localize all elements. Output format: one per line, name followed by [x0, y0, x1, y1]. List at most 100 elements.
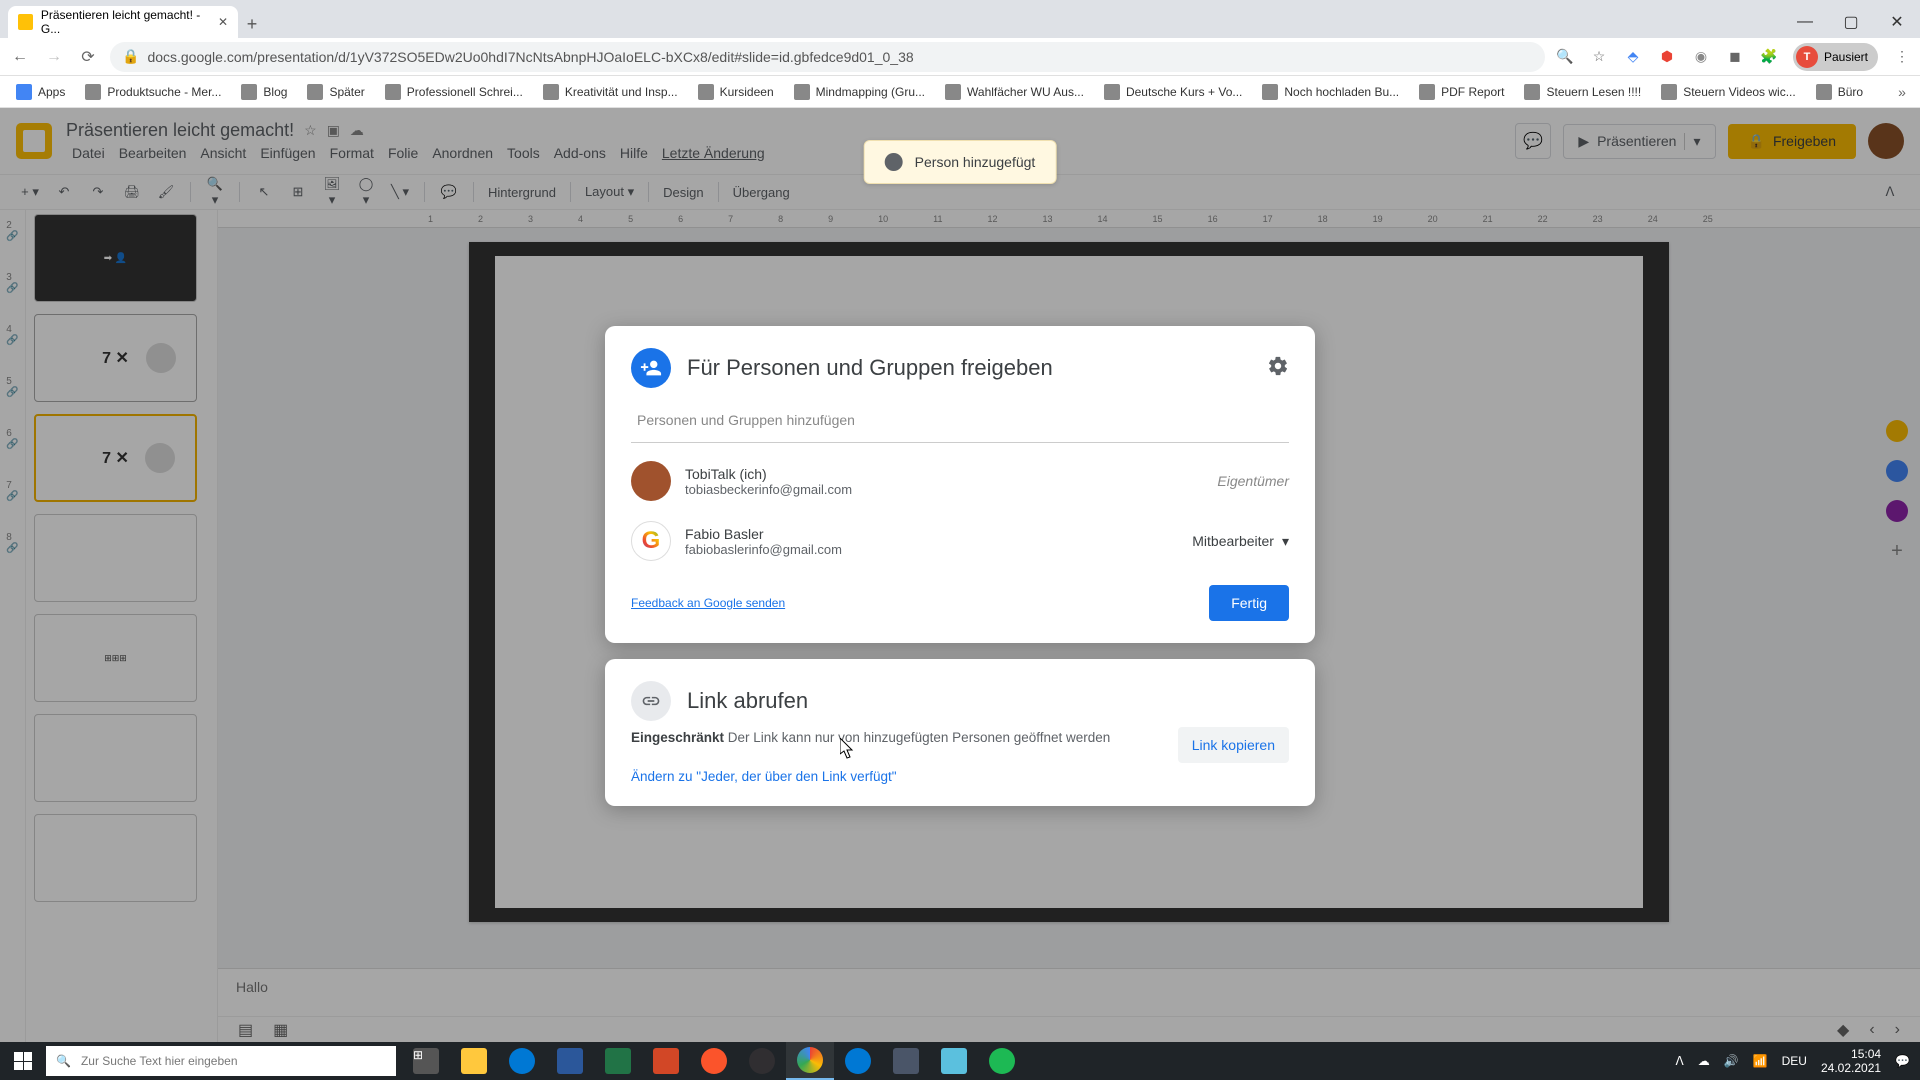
done-button[interactable]: Fertig — [1209, 585, 1289, 621]
back-button[interactable]: ← — [8, 48, 32, 66]
star-icon[interactable]: ☆ — [304, 122, 317, 139]
profile-badge[interactable]: T Pausiert — [1793, 43, 1878, 71]
browser-menu-icon[interactable]: ⋮ — [1892, 47, 1912, 67]
layout-button[interactable]: Layout ▾ — [585, 184, 634, 200]
menu-edit[interactable]: Bearbeiten — [113, 143, 193, 163]
reload-button[interactable]: ⟳ — [76, 47, 100, 67]
slide-thumb[interactable] — [34, 814, 197, 902]
notepad-icon[interactable] — [930, 1042, 978, 1080]
onedrive-icon[interactable]: ☁ — [1698, 1054, 1710, 1068]
extensions-puzzle-icon[interactable]: 🧩 — [1759, 47, 1779, 67]
edge-icon[interactable] — [834, 1042, 882, 1080]
browser-tab[interactable]: Präsentieren leicht gemacht! - G... ✕ — [8, 6, 238, 38]
brave-icon[interactable] — [690, 1042, 738, 1080]
shape-tool[interactable]: ◯ ▾ — [356, 176, 376, 208]
bookmark-item[interactable]: Kreativität und Insp... — [535, 80, 686, 104]
add-people-input[interactable]: Personen und Gruppen hinzufügen — [631, 402, 1289, 443]
slide-thumb[interactable] — [34, 314, 197, 402]
extension-icon-1[interactable]: ⬘ — [1623, 47, 1643, 67]
apps-button[interactable]: Apps — [8, 80, 73, 104]
collapse-toolbar-icon[interactable]: ᐱ — [1880, 184, 1900, 200]
menu-file[interactable]: Datei — [66, 143, 111, 163]
menu-slide[interactable]: Folie — [382, 143, 424, 163]
menu-insert[interactable]: Einfügen — [254, 143, 321, 163]
extension-icon-3[interactable]: ◉ — [1691, 47, 1711, 67]
extension-icon-4[interactable]: ◼ — [1725, 47, 1745, 67]
design-button[interactable]: Design — [663, 185, 703, 200]
menu-help[interactable]: Hilfe — [614, 143, 654, 163]
textbox-tool[interactable]: ⊞ — [288, 184, 308, 200]
next-slide-icon[interactable]: › — [1895, 1021, 1900, 1039]
print-button[interactable]: 🖨 — [122, 184, 142, 200]
slide-thumb[interactable]: ⊞⊞⊞ — [34, 614, 197, 702]
notifications-icon[interactable]: 💬 — [1895, 1054, 1910, 1068]
close-window-button[interactable]: ✕ — [1874, 6, 1920, 38]
word-icon[interactable] — [546, 1042, 594, 1080]
taskbar-search[interactable]: 🔍 Zur Suche Text hier eingeben — [46, 1046, 396, 1076]
new-slide-button[interactable]: + ▾ — [20, 184, 40, 200]
url-input[interactable]: 🔒 docs.google.com/presentation/d/1yV372S… — [110, 42, 1545, 72]
wifi-icon[interactable]: 📶 — [1753, 1054, 1768, 1068]
bookmark-item[interactable]: Deutsche Kurs + Vo... — [1096, 80, 1250, 104]
explore-button[interactable]: ◆ — [1837, 1020, 1849, 1040]
forward-button[interactable]: → — [42, 48, 66, 66]
move-icon[interactable]: ▣ — [327, 122, 340, 139]
zoom-button[interactable]: 🔍 ▾ — [205, 176, 225, 208]
menu-tools[interactable]: Tools — [501, 143, 546, 163]
cloud-status-icon[interactable]: ☁ — [350, 122, 364, 139]
volume-icon[interactable]: 🔊 — [1724, 1054, 1739, 1068]
image-tool[interactable]: 🖼 ▾ — [322, 176, 342, 208]
bookmark-item[interactable]: Steuern Lesen !!!! — [1516, 80, 1649, 104]
select-tool[interactable]: ↖ — [254, 184, 274, 200]
menu-addons[interactable]: Add-ons — [548, 143, 612, 163]
language-indicator[interactable]: DEU — [1782, 1054, 1807, 1068]
bookmark-item[interactable]: Wahlfächer WU Aus... — [937, 80, 1092, 104]
explorer-icon[interactable] — [450, 1042, 498, 1080]
bookmarks-overflow-icon[interactable]: » — [1892, 82, 1912, 102]
bookmark-item[interactable]: Noch hochladen Bu... — [1254, 80, 1407, 104]
grid-view-icon[interactable]: ▦ — [273, 1020, 288, 1040]
edge-legacy-icon[interactable] — [498, 1042, 546, 1080]
bookmark-star-icon[interactable]: ☆ — [1589, 47, 1609, 67]
background-button[interactable]: Hintergrund — [488, 185, 556, 200]
present-dropdown-icon[interactable]: ▾ — [1684, 133, 1700, 150]
speaker-notes[interactable]: Hallo — [218, 968, 1920, 1016]
line-tool[interactable]: ╲ ▾ — [390, 184, 410, 200]
tab-close-icon[interactable]: ✕ — [218, 15, 228, 29]
maximize-button[interactable]: ▢ — [1828, 6, 1874, 38]
tray-chevron-icon[interactable]: ᐱ — [1676, 1054, 1684, 1068]
excel-icon[interactable] — [594, 1042, 642, 1080]
role-dropdown[interactable]: Mitbearbeiter ▾ — [1192, 533, 1289, 550]
undo-button[interactable]: ↶ — [54, 184, 74, 200]
keep-icon[interactable] — [1886, 420, 1908, 442]
filmstrip-view-icon[interactable]: ▤ — [238, 1020, 253, 1040]
comments-button[interactable]: 💬 — [1515, 123, 1551, 159]
menu-view[interactable]: Ansicht — [194, 143, 252, 163]
comment-tool[interactable]: 💬 — [439, 184, 459, 200]
powerpoint-icon[interactable] — [642, 1042, 690, 1080]
bookmark-item[interactable]: Steuern Videos wic... — [1653, 80, 1804, 104]
bookmark-item[interactable]: Professionell Schrei... — [377, 80, 531, 104]
spotify-icon[interactable] — [978, 1042, 1026, 1080]
minimize-button[interactable]: — — [1782, 6, 1828, 38]
extension-icon-2[interactable]: ⬢ — [1657, 47, 1677, 67]
bookmark-item[interactable]: PDF Report — [1411, 80, 1512, 104]
transition-button[interactable]: Übergang — [733, 185, 790, 200]
settings-gear-icon[interactable] — [1267, 355, 1289, 382]
menu-arrange[interactable]: Anordnen — [426, 143, 499, 163]
bookmark-item[interactable]: Blog — [233, 80, 295, 104]
slide-thumb[interactable] — [34, 514, 197, 602]
bookmark-item[interactable]: Produktsuche - Mer... — [77, 80, 229, 104]
slide-thumb[interactable]: ➡ 👤 — [34, 214, 197, 302]
zoom-icon[interactable]: 🔍 — [1555, 47, 1575, 67]
last-edit[interactable]: Letzte Änderung — [656, 143, 771, 163]
bookmark-item[interactable]: Büro — [1808, 80, 1871, 104]
share-button[interactable]: 🔒 Freigeben — [1728, 124, 1856, 159]
paint-format-button[interactable]: 🖌 — [156, 184, 176, 200]
app-icon[interactable] — [882, 1042, 930, 1080]
doc-title[interactable]: Präsentieren leicht gemacht! — [66, 120, 294, 141]
bookmark-item[interactable]: Kursideen — [690, 80, 782, 104]
task-view-icon[interactable]: ⊞ — [402, 1042, 450, 1080]
slide-thumb[interactable] — [34, 714, 197, 802]
copy-link-button[interactable]: Link kopieren — [1178, 727, 1289, 763]
